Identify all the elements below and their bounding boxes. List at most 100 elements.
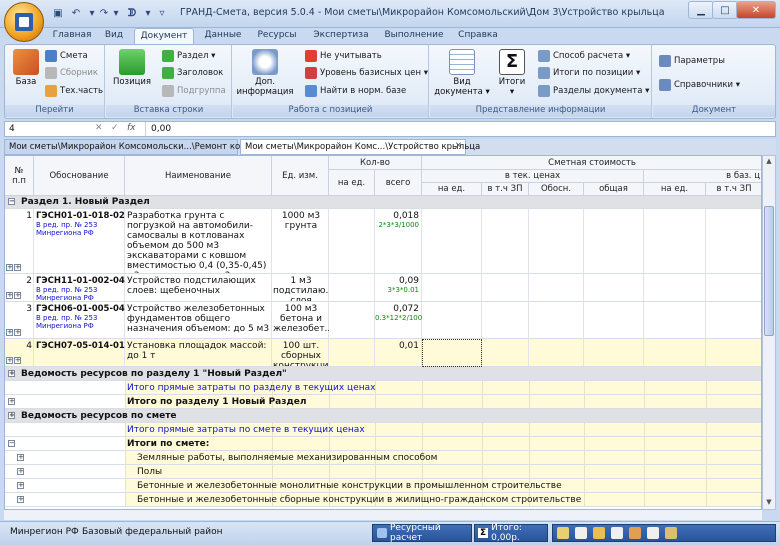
maximize-button[interactable]: □ — [712, 1, 738, 19]
expand-icon[interactable]: + — [14, 329, 21, 336]
close-button[interactable]: ✕ — [736, 1, 776, 19]
redo-dropdown-icon[interactable]: ▾ — [108, 5, 124, 21]
header-baz-vtch[interactable]: в т.ч ЗП — [706, 183, 761, 196]
expand-icon[interactable]: + — [17, 496, 24, 503]
spravochniki-dropdown[interactable]: Справочники ▾ — [659, 79, 740, 91]
expand-icon[interactable]: + — [8, 412, 15, 419]
selected-cell[interactable] — [422, 339, 482, 367]
expand-icon[interactable]: + — [6, 357, 13, 364]
expand-icon[interactable]: + — [6, 264, 13, 271]
formula-value-field[interactable]: 0,00 — [151, 124, 171, 134]
podgruppa-button[interactable]: Подгруппа — [162, 85, 226, 97]
status-icon-7[interactable] — [665, 527, 677, 539]
position-row[interactable]: + +2 ГЭСН11-01-002-04 В ред. пр. № 253 Минре… — [5, 274, 761, 302]
header-kolvo-vsego[interactable]: всего — [375, 170, 422, 196]
expand-icon[interactable]: + — [17, 482, 24, 489]
collapse-icon[interactable]: − — [8, 198, 15, 205]
summary-row[interactable]: Итого прямые затраты по смете в текущих … — [5, 423, 761, 437]
status-icon-2[interactable] — [575, 527, 587, 539]
cell-reference-field[interactable]: 4 — [9, 124, 89, 134]
binoculars-icon[interactable]: ᗫ — [124, 5, 140, 21]
tab-dannye[interactable]: Данные — [200, 28, 246, 45]
customize-quickaccess-icon[interactable]: ▿ — [154, 5, 170, 21]
expand-icon[interactable]: + — [17, 454, 24, 461]
cancel-edit-icon[interactable]: ✕ — [95, 123, 103, 133]
razdely-dokumenta-dropdown[interactable]: Разделы документа ▾ — [538, 85, 649, 97]
parametry-button[interactable]: Параметры — [659, 55, 725, 67]
header-kolvo-na-ed[interactable]: на ед. — [329, 170, 375, 196]
vid-dokumenta-button[interactable]: Вид документа ▾ — [434, 49, 490, 97]
header-tek-vtch[interactable]: в т.ч ЗП — [482, 183, 529, 196]
dop-info-button[interactable]: Доп. информация — [235, 49, 295, 97]
scroll-thumb[interactable] — [764, 206, 774, 336]
tab-vypolnenie[interactable]: Выполнение — [380, 28, 448, 45]
summary-row[interactable]: + Ведомость ресурсов по разделу 1 "Новый … — [5, 367, 761, 381]
summary-row[interactable]: + Ведомость ресурсов по смете — [5, 409, 761, 423]
status-icon-1[interactable] — [557, 527, 569, 539]
status-icon-3[interactable] — [593, 527, 605, 539]
tab-glavnaya[interactable]: Главная — [52, 28, 92, 45]
baza-button[interactable]: База — [9, 49, 43, 87]
razdel-button[interactable]: Раздел ▾ — [162, 50, 215, 62]
expand-icon[interactable]: + — [8, 370, 15, 377]
header-ed[interactable]: Ед. изм. — [272, 156, 329, 196]
header-smet[interactable]: Сметная стоимость — [422, 156, 761, 170]
accept-edit-icon[interactable]: ✓ — [111, 123, 119, 133]
pozicia-button[interactable]: Позиция — [110, 49, 154, 87]
tab-vid[interactable]: Вид — [100, 28, 128, 45]
app-menu-button[interactable] — [4, 2, 44, 42]
summary-row[interactable]: + Итого по разделу 1 Новый Раздел — [5, 395, 761, 409]
summary-row[interactable]: Итого прямые затраты по разделу в текущи… — [5, 381, 761, 395]
summary-row[interactable]: + Бетонные и железобетонные монолитные ко… — [5, 479, 761, 493]
status-icon-5[interactable] — [629, 527, 641, 539]
techpart-button[interactable]: Тех.часть — [45, 85, 103, 97]
position-row[interactable]: + +3 ГЭСН06-01-005-04 В ред. пр. № 253 Минре… — [5, 302, 761, 339]
total-indicator[interactable]: Σ Итого: 0,00р. — [474, 523, 548, 543]
tab-dokument[interactable]: Документ — [134, 28, 194, 45]
expand-icon[interactable]: − — [8, 440, 15, 447]
minimize-button[interactable]: ▁ — [688, 1, 714, 19]
header-kolvo[interactable]: Кол-во — [329, 156, 422, 170]
expand-icon[interactable]: + — [6, 329, 13, 336]
header-baz[interactable]: в баз. ц — [644, 170, 761, 183]
expand-icon[interactable]: + — [14, 357, 21, 364]
scroll-down-icon[interactable]: ▼ — [764, 498, 774, 508]
doc-tab-kryltso[interactable]: Мои сметы\Микрорайон Комс...\Устройство … — [240, 139, 480, 155]
status-icon-4[interactable] — [611, 527, 623, 539]
uroven-cen-dropdown[interactable]: Уровень базисных цен ▾ — [305, 67, 428, 79]
ne-uchityvat-button[interactable]: Не учитывать — [305, 50, 382, 62]
save-icon[interactable]: ▣ — [50, 5, 66, 21]
summary-row[interactable]: + Бетонные и железобетонные сборные конст… — [5, 493, 761, 507]
tab-resursy[interactable]: Ресурсы — [252, 28, 302, 45]
summary-row[interactable]: + Земляные работы, выполняемые механизиро… — [5, 451, 761, 465]
nayti-v-baze-button[interactable]: Найти в норм. базе — [305, 85, 406, 97]
header-tek-obosn[interactable]: Обосн. — [529, 183, 584, 196]
horizontal-scrollbar[interactable] — [4, 510, 762, 520]
scroll-up-icon[interactable]: ▲ — [764, 157, 774, 167]
summary-row[interactable]: + Полы — [5, 465, 761, 479]
doc-tab-remont[interactable]: Мои сметы\Микрорайон Комсомольски...\Рем… — [4, 139, 269, 155]
expand-icon[interactable]: + — [6, 292, 13, 299]
sbornik-button[interactable]: Сборник — [45, 67, 98, 79]
itogi-po-pozicii-dropdown[interactable]: Итоги по позиции ▾ — [538, 67, 640, 79]
expand-icon[interactable]: + — [14, 292, 21, 299]
section-row[interactable]: − Раздел 1. Новый Раздел — [5, 196, 761, 209]
expand-icon[interactable]: + — [8, 398, 15, 405]
undo-icon[interactable]: ↶ — [68, 5, 84, 21]
position-row[interactable]: + +1 ГЭСН01-01-018-02 В ред. пр. № 253 Минре… — [5, 209, 761, 274]
zagolovok-button[interactable]: Заголовок — [162, 67, 223, 79]
summary-row[interactable]: − Итоги по смете: — [5, 437, 761, 451]
expand-icon[interactable]: + — [17, 468, 24, 475]
header-baz-na-ed[interactable]: на ед. — [644, 183, 706, 196]
header-tek-obsh[interactable]: общая — [584, 183, 644, 196]
header-tek[interactable]: в тек. ценах — [422, 170, 644, 183]
tab-spravka[interactable]: Справка — [456, 28, 500, 45]
header-obosn[interactable]: Обоснование — [34, 156, 125, 196]
smeta-button[interactable]: Смета — [45, 50, 88, 62]
close-tab-icon[interactable]: ✕ — [455, 141, 462, 151]
function-icon[interactable]: fx — [127, 123, 136, 133]
position-row[interactable]: + +4 ГЭСН07-05-014-01 Установка площадок ма… — [5, 339, 761, 367]
tab-ekspertiza[interactable]: Экспертиза — [310, 28, 372, 45]
calc-mode-button[interactable]: Ресурсный расчет — [372, 523, 472, 543]
header-tek-na-ed[interactable]: на ед. — [422, 183, 482, 196]
